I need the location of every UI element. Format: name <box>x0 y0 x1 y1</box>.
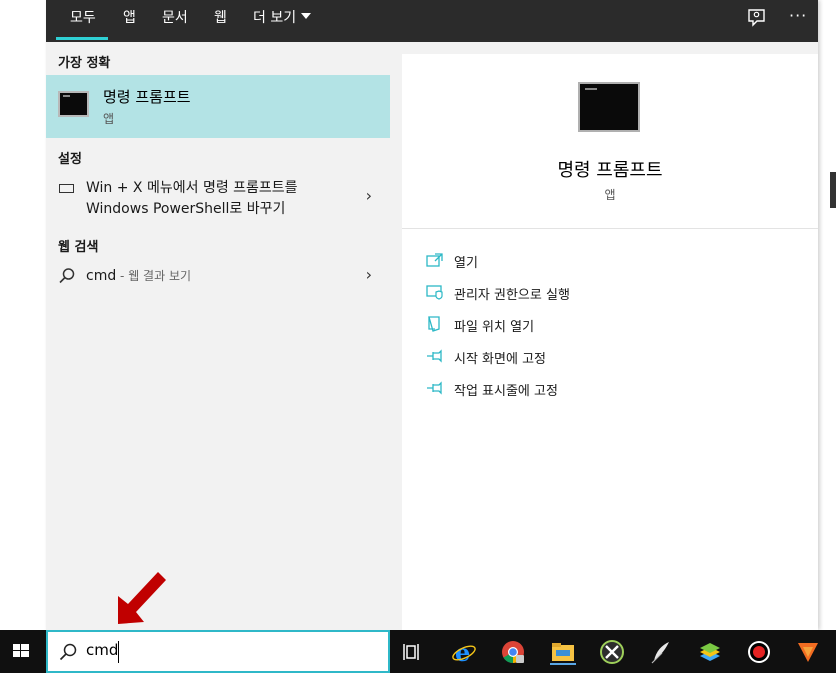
more-options-button[interactable]: ··· <box>789 6 807 25</box>
tab-web[interactable]: 웹 <box>214 7 227 29</box>
app-icon[interactable] <box>648 639 674 665</box>
file-explorer-icon[interactable] <box>550 639 576 665</box>
taskbar-search-box[interactable] <box>46 630 390 673</box>
action-label: 파일 위치 열기 <box>454 320 535 335</box>
pin-icon <box>427 349 442 363</box>
text-cursor <box>118 641 119 663</box>
web-search-suffix: - 웹 결과 보기 <box>116 269 192 283</box>
tab-more[interactable]: 더 보기 <box>253 7 312 29</box>
windows-start-icon[interactable] <box>10 640 32 662</box>
vlc-icon[interactable] <box>795 639 821 665</box>
settings-result-line1: Win + X 메뉴에서 명령 프롬프트를 <box>86 180 298 196</box>
task-view-icon[interactable] <box>400 639 426 665</box>
action-label: 열기 <box>454 256 478 271</box>
chevron-down-icon <box>301 13 312 19</box>
search-tab-bar: 모두 앱 문서 웹 더 보기 ··· <box>46 0 818 42</box>
tab-apps[interactable]: 앱 <box>123 7 136 29</box>
web-search-text: cmd - 웹 결과 보기 <box>86 267 191 284</box>
record-icon[interactable] <box>746 639 772 665</box>
chevron-right-icon[interactable]: › <box>366 265 372 284</box>
taskbar: e <box>0 630 836 673</box>
detail-title: 명령 프롬프트 <box>557 160 663 181</box>
detail-type: 앱 <box>604 188 616 202</box>
action-pin-to-start[interactable]: 시작 화면에 고정 <box>426 346 806 368</box>
action-pin-to-taskbar[interactable]: 작업 표시줄에 고정 <box>426 378 806 400</box>
action-run-as-admin[interactable]: 관리자 권한으로 실행 <box>426 282 806 304</box>
background-window-edge <box>830 172 836 208</box>
search-icon <box>59 643 77 661</box>
action-open-file-location[interactable]: 파일 위치 열기 <box>426 314 806 336</box>
terminal-icon <box>578 82 640 132</box>
action-label: 작업 표시줄에 고정 <box>454 384 558 399</box>
web-search-query: cmd <box>86 268 117 284</box>
action-open[interactable]: 열기 <box>426 250 806 272</box>
chrome-icon[interactable] <box>500 639 526 665</box>
web-search-heading: 웹 검색 <box>58 240 99 255</box>
action-label: 관리자 권한으로 실행 <box>454 288 570 303</box>
tab-more-label: 더 보기 <box>253 10 297 26</box>
tab-documents[interactable]: 문서 <box>162 7 188 29</box>
feedback-icon[interactable] <box>746 7 768 29</box>
divider <box>402 228 818 229</box>
chevron-right-icon[interactable]: › <box>366 186 372 205</box>
open-icon <box>426 253 443 267</box>
pin-icon <box>427 381 442 395</box>
desktop: 모두 앱 문서 웹 더 보기 ··· 가장 정확 명령 프롬프트 앱 설정 Wi… <box>0 0 836 678</box>
internet-explorer-icon[interactable]: e <box>451 639 477 665</box>
keyboard-icon <box>59 184 74 193</box>
detail-pane: 명령 프롬프트 앱 열기 관리자 권한으로 실행 파일 위치 열기 시작 화면에… <box>402 54 818 630</box>
best-match-heading: 가장 정확 <box>58 56 111 71</box>
settings-result-line2: Windows PowerShell로 바꾸기 <box>86 201 286 217</box>
settings-result-text: Win + X 메뉴에서 명령 프롬프트를 Windows PowerShell… <box>86 178 356 220</box>
file-location-icon <box>428 316 440 332</box>
red-arrow-annotation <box>118 572 166 624</box>
settings-heading: 설정 <box>58 152 82 167</box>
best-match-title: 명령 프롬프트 <box>103 88 191 106</box>
xbox-icon[interactable] <box>599 639 625 665</box>
web-search-item[interactable]: cmd - 웹 결과 보기 › <box>46 264 390 290</box>
search-input[interactable] <box>86 641 366 659</box>
results-list: 가장 정확 명령 프롬프트 앱 설정 Win + X 메뉴에서 명령 프롬프트를… <box>46 42 390 630</box>
settings-result-item[interactable]: Win + X 메뉴에서 명령 프롬프트를 Windows PowerShell… <box>46 175 390 221</box>
terminal-icon <box>58 91 89 117</box>
tab-all[interactable]: 모두 <box>70 7 96 29</box>
run-as-admin-icon <box>426 285 443 300</box>
search-icon <box>59 268 75 284</box>
action-label: 시작 화면에 고정 <box>454 352 546 367</box>
active-tab-indicator <box>56 37 108 40</box>
best-match-item[interactable]: 명령 프롬프트 앱 <box>46 75 390 138</box>
screen-bottom-edge <box>0 673 836 678</box>
search-panel: 모두 앱 문서 웹 더 보기 ··· 가장 정확 명령 프롬프트 앱 설정 Wi… <box>46 0 818 630</box>
bluestacks-icon[interactable] <box>697 639 723 665</box>
best-match-type: 앱 <box>103 112 115 126</box>
